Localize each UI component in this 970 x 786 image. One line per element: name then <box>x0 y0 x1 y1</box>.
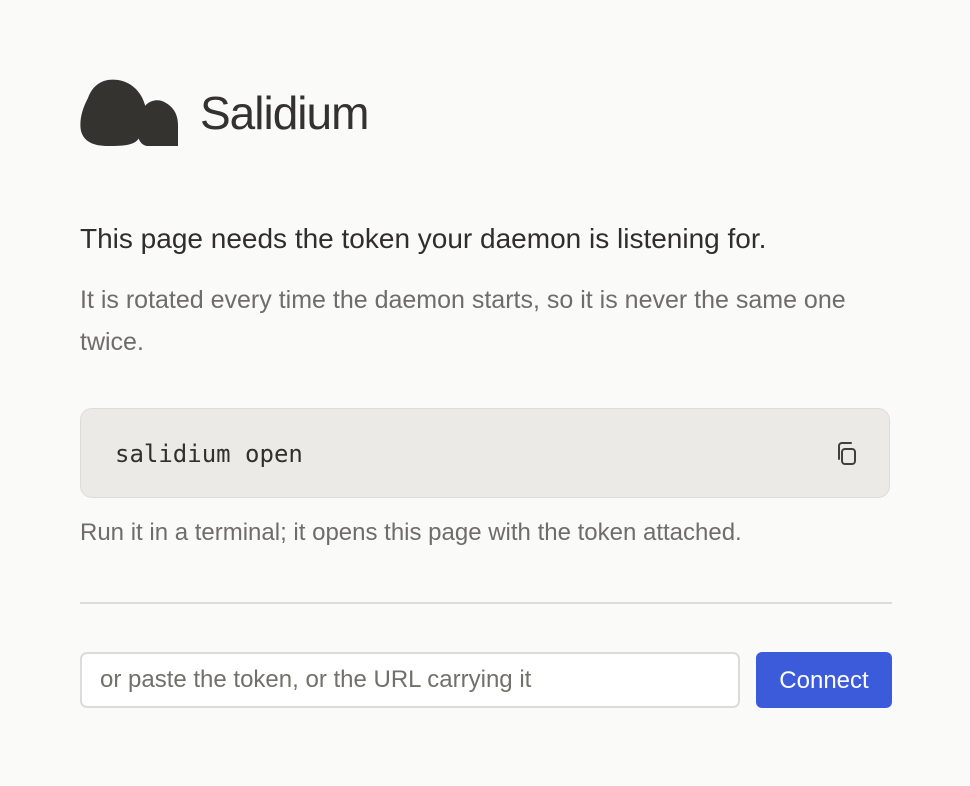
connect-button[interactable]: Connect <box>756 652 892 708</box>
command-help-text: Run it in a terminal; it opens this page… <box>80 519 742 546</box>
copy-icon <box>838 442 856 465</box>
page-headline: This page needs the token your daemon is… <box>80 223 767 254</box>
terminal-command: salidium open <box>115 440 303 468</box>
section-divider <box>80 602 892 604</box>
token-input[interactable] <box>80 652 740 708</box>
salidium-rock-logo-icon <box>80 79 178 146</box>
copy-command-button[interactable] <box>835 441 859 467</box>
command-box: salidium open <box>80 408 890 498</box>
brand-header: Salidium <box>80 78 892 148</box>
app-name: Salidium <box>200 87 369 139</box>
connection-page: Salidium This page needs the token your … <box>80 78 892 708</box>
token-form: Connect <box>80 652 892 708</box>
token-rotation-note: It is rotated every time the daemon star… <box>80 286 846 356</box>
